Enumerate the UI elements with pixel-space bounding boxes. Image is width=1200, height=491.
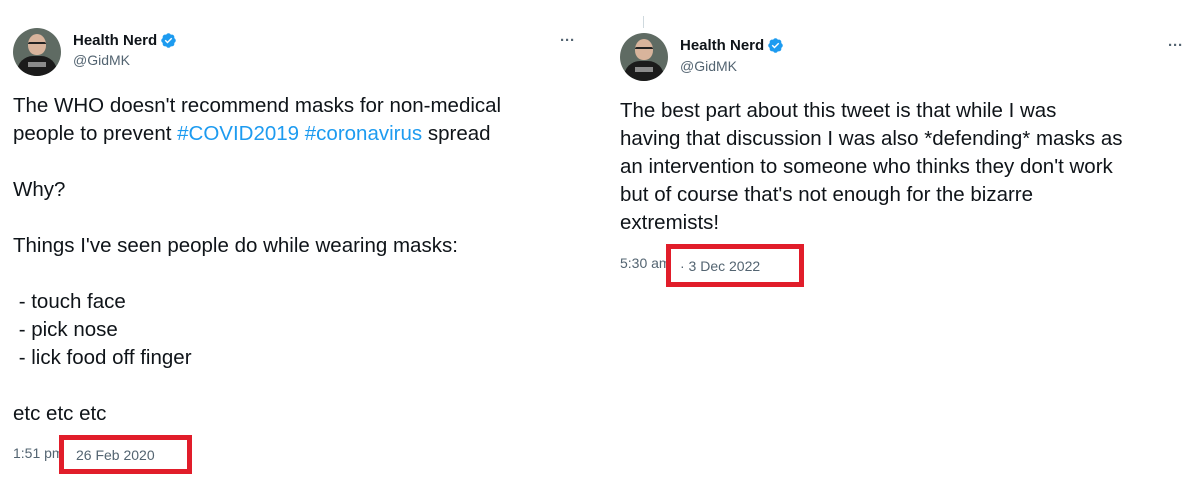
tweet-line: extremists! <box>620 211 720 234</box>
tweet-text-fragment: people to prevent <box>13 122 178 145</box>
highlight-box: 26 Feb 2020 <box>59 435 192 474</box>
tweet-date[interactable]: 26 Feb 2020 <box>76 447 155 463</box>
author-name-row[interactable]: Health Nerd <box>680 37 784 54</box>
tweet-time[interactable]: 5:30 am <box>620 255 671 271</box>
verified-badge-icon <box>768 38 783 53</box>
tweet-text: The WHO doesn't recommend masks for non-… <box>13 92 583 428</box>
verified-badge-icon <box>161 33 176 48</box>
tweet-line: The best part about this tweet is that w… <box>620 99 1057 122</box>
avatar[interactable] <box>13 28 61 76</box>
author-name[interactable]: Health Nerd <box>73 32 157 49</box>
hashtag-link[interactable]: #coronavirus <box>305 122 422 145</box>
tweet-line: The WHO doesn't recommend masks for non-… <box>13 94 502 117</box>
tweet-line: people to prevent #COVID2019 #coronaviru… <box>13 120 583 148</box>
tweet-left: Health Nerd @GidMK ··· The WHO doesn't r… <box>0 0 590 491</box>
more-options-button[interactable]: ··· <box>560 32 575 49</box>
list-item: - touch face <box>13 290 126 313</box>
highlight-box: · 3 Dec 2022 <box>666 244 804 287</box>
author-handle[interactable]: @GidMK <box>73 52 130 68</box>
list-item: - lick food off finger <box>13 346 192 369</box>
tweet-right: Health Nerd @GidMK ··· The best part abo… <box>608 0 1200 491</box>
tweet-line: having that discussion I was also *defen… <box>620 127 1123 150</box>
tweet-date[interactable]: · 3 Dec 2022 <box>680 258 760 274</box>
hashtag-link[interactable]: #COVID2019 <box>177 122 299 145</box>
author-handle[interactable]: @GidMK <box>680 58 737 74</box>
tweet-time[interactable]: 1:51 pm <box>13 445 64 461</box>
tweet-text: The best part about this tweet is that w… <box>620 97 1198 237</box>
avatar-shirt-print <box>28 62 46 67</box>
more-options-button[interactable]: ··· <box>1168 37 1183 54</box>
avatar-glasses <box>635 47 653 53</box>
author-name-row[interactable]: Health Nerd <box>73 32 177 49</box>
avatar-glasses <box>28 42 46 48</box>
tweet-line: etc etc etc <box>13 402 107 425</box>
avatar-shirt-print <box>635 67 653 72</box>
tweet-line: Things I've seen people do while wearing… <box>13 234 458 257</box>
tweet-line: Why? <box>13 178 66 201</box>
author-name[interactable]: Health Nerd <box>680 37 764 54</box>
avatar[interactable] <box>620 33 668 81</box>
tweet-line: an intervention to someone who thinks th… <box>620 155 1113 178</box>
list-item: - pick nose <box>13 318 118 341</box>
tweet-line: but of course that's not enough for the … <box>620 183 1034 206</box>
tweet-text-fragment: spread <box>422 122 491 145</box>
